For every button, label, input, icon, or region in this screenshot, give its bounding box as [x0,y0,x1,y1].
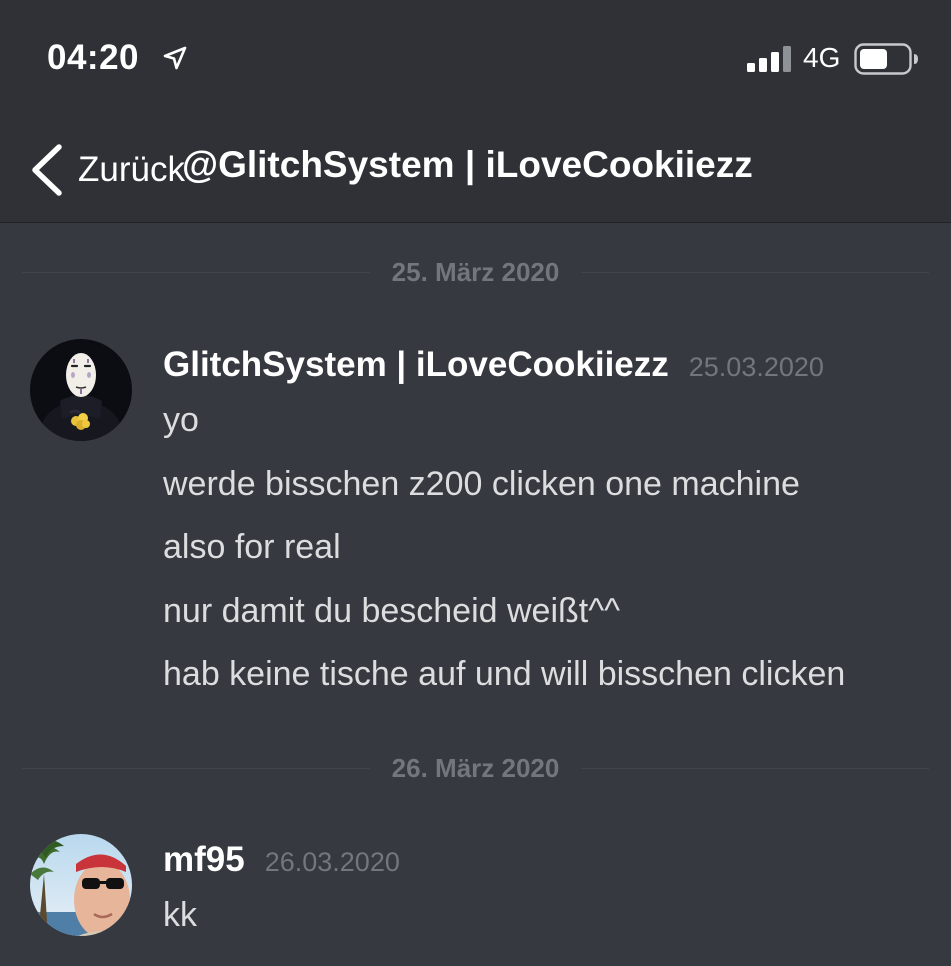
divider-line [22,271,370,273]
date-divider-label: 26. März 2020 [391,752,560,783]
avatar[interactable] [30,834,132,936]
author-name[interactable]: mf95 [163,840,245,879]
back-button[interactable]: Zurück [30,140,185,200]
user-photo-avatar-icon [30,834,132,936]
message-timestamp: 26.03.2020 [264,847,400,877]
divider-line [581,767,930,769]
no-face-avatar-icon [30,339,132,441]
message-text: kk [163,896,197,934]
avatar[interactable] [30,339,132,441]
cellular-signal-icon [747,46,791,72]
message-group: GlitchSystem | iLoveCookiiezz 25.03.2020 … [30,339,930,699]
divider-line [22,767,370,769]
date-divider-label: 25. März 2020 [391,256,560,287]
author-name[interactable]: GlitchSystem | iLoveCookiiezz [163,345,669,384]
back-label: Zurück [78,150,185,189]
chevron-left-icon [32,144,62,196]
message-timestamp: 25.03.2020 [688,352,824,382]
date-divider: 26. März 2020 [22,750,930,786]
network-type: 4G [803,42,841,73]
message-header: GlitchSystem | iLoveCookiiezz 25.03.2020 [163,345,824,385]
divider-line [581,271,930,273]
message-text: yo [163,401,199,439]
message-text: werde bisschen z200 clicken one machine [163,465,800,503]
battery-icon [854,43,918,75]
message-group: mf95 26.03.2020 kk [30,834,930,944]
message-text: nur damit du bescheid weißt^^ [163,592,621,630]
top-bar: 04:20 4G Zurück @GlitchSystem | iLoveCoo… [0,0,951,223]
location-arrow-icon [163,46,187,70]
message-text: also for real [163,528,341,566]
status-time: 04:20 [47,38,140,77]
channel-title: @GlitchSystem | iLoveCookiiezz [182,144,753,185]
message-text: hab keine tische auf und will bisschen c… [163,655,846,693]
date-divider: 25. März 2020 [22,254,930,290]
message-header: mf95 26.03.2020 [163,840,400,880]
